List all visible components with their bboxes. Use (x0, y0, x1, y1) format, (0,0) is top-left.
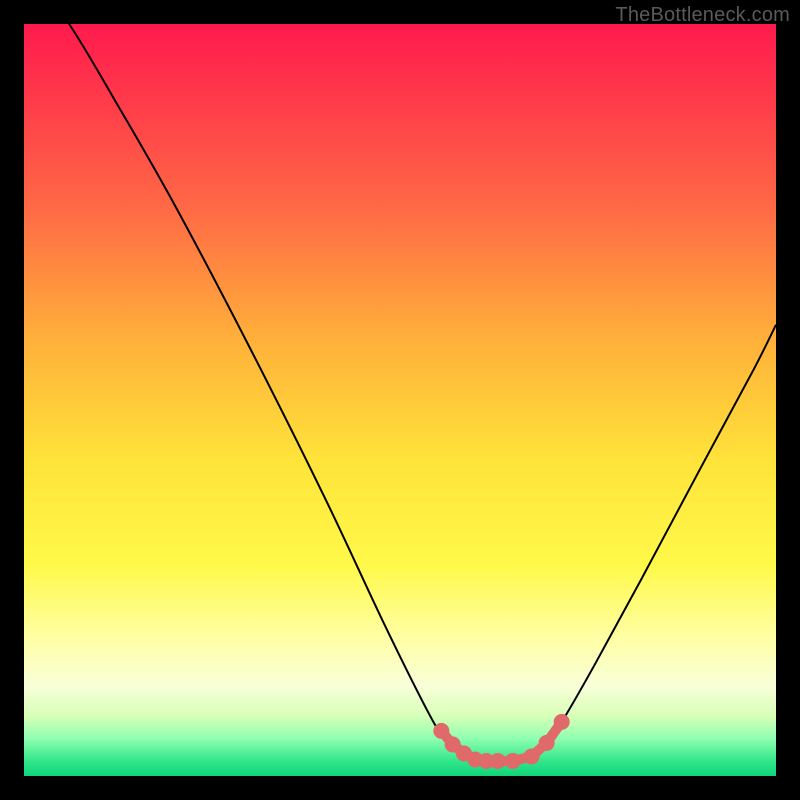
optimal-point (505, 753, 521, 769)
optimal-point (554, 714, 570, 730)
plot-area (24, 24, 776, 776)
optimal-region (433, 714, 569, 769)
bottleneck-curve (24, 24, 776, 762)
optimal-point (539, 735, 555, 751)
optimal-point (490, 753, 506, 769)
curve-svg (24, 24, 776, 776)
optimal-point (524, 748, 540, 764)
chart-frame: TheBottleneck.com (0, 0, 800, 800)
optimal-point (433, 723, 449, 739)
